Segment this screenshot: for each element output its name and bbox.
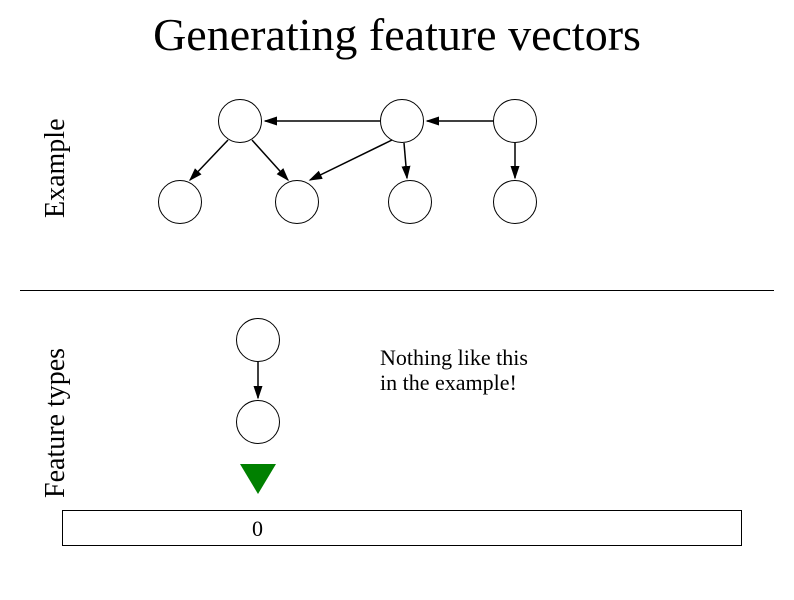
feature-vector-box (62, 510, 742, 546)
pointer-triangle-icon (240, 464, 276, 494)
annotation-line: in the example! (380, 370, 517, 395)
annotation-line: Nothing like this (380, 345, 528, 370)
annotation-text: Nothing like this in the example! (380, 345, 528, 396)
feature-vector-value: 0 (252, 516, 263, 542)
slide: Generating feature vectors Example (0, 0, 794, 595)
